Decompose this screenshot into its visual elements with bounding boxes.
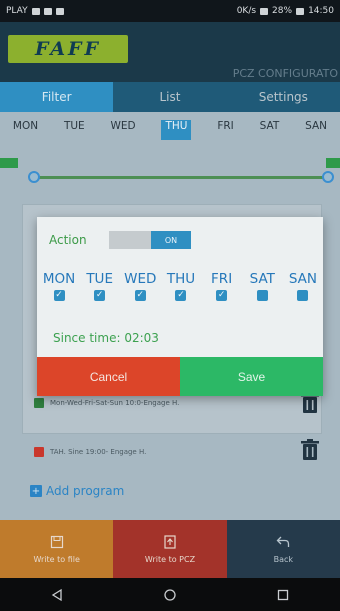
write-to-pcz-button[interactable]: Write to PCZ xyxy=(113,520,227,578)
day-name: FRI xyxy=(211,271,233,287)
app-header: FAFF PCZ CONFIGURATO xyxy=(0,22,340,82)
app-logo: FAFF xyxy=(8,35,128,63)
add-program-button[interactable]: + Add program xyxy=(30,484,124,498)
write-to-file-button[interactable]: Write to file xyxy=(0,520,114,578)
day-checkbox-thu[interactable]: ✓ xyxy=(175,290,187,301)
day-name: SAN xyxy=(288,271,318,287)
day-tue: TUE ✓ xyxy=(81,271,119,301)
day-checkbox-tue[interactable]: ✓ xyxy=(94,290,106,301)
save-button[interactable]: Save xyxy=(180,357,323,396)
day-name: TUE xyxy=(86,271,113,287)
save-file-icon xyxy=(50,535,63,548)
day-name: THU xyxy=(166,271,196,287)
day-checkbox-wed[interactable]: ✓ xyxy=(134,290,146,301)
tab-list[interactable]: List xyxy=(113,82,227,112)
since-time-field[interactable]: Since time: 02:03 xyxy=(53,331,159,345)
day-wed: WED ✓ xyxy=(121,271,159,301)
upload-device-icon xyxy=(164,534,176,549)
nav-back-icon[interactable] xyxy=(50,588,64,602)
clock: 14:50 xyxy=(308,6,334,16)
app-title: PCZ CONFIGURATO xyxy=(232,67,338,80)
day-checkbox-mon[interactable]: ✓ xyxy=(53,290,65,301)
day-filter-thu[interactable]: THU xyxy=(161,120,192,140)
day-filter-mon[interactable]: MON xyxy=(13,120,38,140)
cancel-button[interactable]: Cancel xyxy=(37,357,180,396)
day-name: MON xyxy=(42,271,76,287)
slider-thumb-end[interactable] xyxy=(322,171,334,183)
range-marker-left xyxy=(0,158,18,168)
bottom-toolbar: Write to file Write to PCZ Back xyxy=(0,520,340,578)
notification-icon xyxy=(43,7,52,15)
signal-icon xyxy=(260,7,269,15)
day-checkbox-san[interactable] xyxy=(297,290,309,301)
nav-home-icon[interactable] xyxy=(163,588,177,602)
battery-level: 28% xyxy=(272,6,293,16)
range-marker-right xyxy=(326,158,340,168)
day-thu: THU ✓ xyxy=(162,271,200,301)
day-filter-tue[interactable]: TUE xyxy=(64,120,85,140)
battery-icon xyxy=(296,7,305,15)
day-filter-row: MON TUE WED THU FRI SAT SAN xyxy=(0,120,340,140)
action-label: Action xyxy=(49,233,87,247)
day-filter-fri[interactable]: FRI xyxy=(217,120,233,140)
tab-bar: Filter List Settings xyxy=(0,82,340,112)
program-checkbox[interactable] xyxy=(34,447,44,457)
notification-icon xyxy=(31,7,40,15)
action-row: Action ON xyxy=(49,231,191,249)
status-left-text: PLAY xyxy=(6,6,28,16)
program-text: Mon-Wed-Fri-Sat-Sun 10:0-Engage H. xyxy=(50,399,180,407)
system-nav-bar xyxy=(0,578,340,611)
program-row[interactable]: TAH. Sine 19:00- Engage H. xyxy=(34,447,146,457)
notification-icon xyxy=(55,7,64,15)
slider-thumb-start[interactable] xyxy=(28,171,40,183)
back-arrow-icon xyxy=(276,536,290,547)
program-row[interactable]: Mon-Wed-Fri-Sat-Sun 10:0-Engage H. xyxy=(34,398,179,408)
day-checkbox-sat[interactable] xyxy=(256,290,268,301)
day-name: WED xyxy=(124,271,157,287)
day-filter-san[interactable]: SAN xyxy=(305,120,327,140)
nav-recents-icon[interactable] xyxy=(276,588,290,602)
status-bar: PLAY 0K/s 28% 14:50 xyxy=(0,0,340,22)
day-filter-sat[interactable]: SAT xyxy=(260,120,280,140)
network-speed: 0K/s xyxy=(236,6,257,16)
program-checkbox[interactable] xyxy=(34,398,44,408)
back-label: Back xyxy=(273,554,294,564)
day-san: SAN xyxy=(284,271,322,301)
back-button[interactable]: Back xyxy=(226,520,340,578)
program-text: TAH. Sine 19:00- Engage H. xyxy=(50,448,147,456)
day-fri: FRI ✓ xyxy=(203,271,241,301)
program-dialog: Action ON MON ✓ TUE ✓ WED ✓ THU ✓ FRI ✓ … xyxy=(37,217,323,396)
trash-icon[interactable] xyxy=(300,439,320,461)
day-mon: MON ✓ xyxy=(40,271,78,301)
write-to-file-label: Write to file xyxy=(33,554,80,564)
day-name: SAT xyxy=(249,271,275,287)
plus-icon: + xyxy=(30,485,42,497)
write-to-pcz-label: Write to PCZ xyxy=(144,554,196,564)
tab-filter[interactable]: Filter xyxy=(0,82,114,112)
day-selector: MON ✓ TUE ✓ WED ✓ THU ✓ FRI ✓ SAT SAN xyxy=(40,271,322,301)
tab-settings[interactable]: Settings xyxy=(226,82,340,112)
slider-track xyxy=(32,176,330,179)
day-checkbox-fri[interactable]: ✓ xyxy=(216,290,228,301)
toggle-on-label: ON xyxy=(151,231,191,249)
day-filter-wed[interactable]: WED xyxy=(111,120,136,140)
time-range-slider[interactable] xyxy=(0,154,340,184)
action-toggle[interactable]: ON xyxy=(109,231,191,249)
day-sat: SAT xyxy=(243,271,281,301)
add-program-label: Add program xyxy=(46,484,125,498)
